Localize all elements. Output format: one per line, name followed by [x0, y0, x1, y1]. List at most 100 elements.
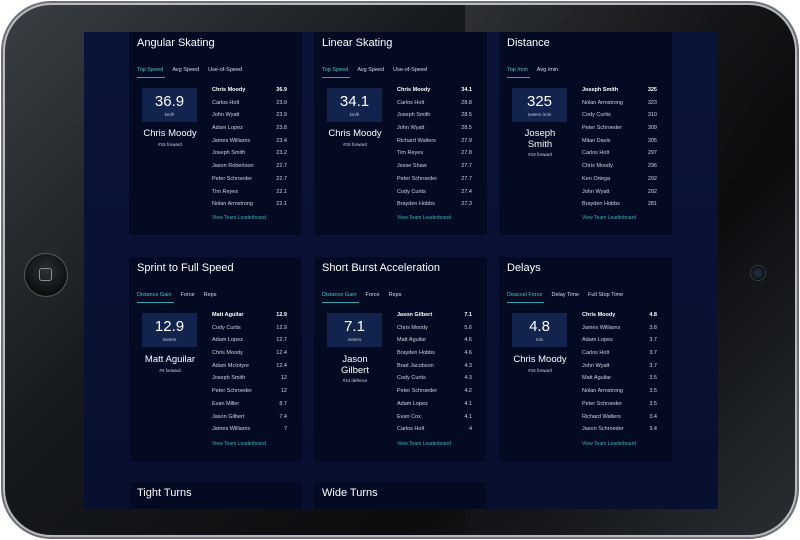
list-item: Chris Moody 12.4: [212, 350, 287, 363]
player-name: Carlos Holt: [212, 99, 240, 106]
player-name: Matt Aguilar: [582, 375, 612, 382]
leader-name: Joseph Smith: [524, 128, 556, 150]
tab-top-speed[interactable]: Top Speed: [322, 67, 351, 78]
view-team-leaderboard-link[interactable]: View Team Leaderboard: [582, 441, 636, 447]
player-name: John Wyatt: [212, 112, 240, 119]
list-item: Peter Schroeder 27.7: [397, 176, 472, 189]
tab-top-per-min[interactable]: Top /min: [507, 67, 530, 78]
list-item: James Williams 23.4: [212, 138, 287, 151]
player-name: Jason Robertson: [212, 163, 254, 170]
player-name: Matt Aguilar: [212, 312, 244, 318]
list-item: Cody Curtis 4.3: [397, 375, 472, 388]
player-name: Carlos Holt: [397, 99, 425, 106]
stat-value: 12.9: [154, 318, 185, 335]
player-value: 27.4: [461, 188, 472, 195]
view-team-leaderboard-link[interactable]: View Team Leaderboard: [212, 441, 266, 447]
player-name: Chris Moody: [212, 87, 246, 93]
list-item: Peter Schroeder 4.2: [397, 388, 472, 401]
player-name: Adam Lopez: [397, 400, 428, 407]
player-name: Cody Curtis: [397, 375, 426, 382]
card-tight-turns: Tight Turns: [129, 482, 302, 509]
stat-unit: meters: [347, 337, 362, 342]
list-item: Chris Moody 34.1: [397, 87, 472, 100]
list-item: Evan Cox 4.1: [397, 414, 472, 427]
player-name: James Williams: [212, 426, 251, 433]
tab-avg-speed[interactable]: Avg Speed: [172, 67, 199, 77]
tab-distance-gain[interactable]: Distance Gain: [137, 292, 174, 303]
list-item: Chris Moody 36.9: [212, 87, 287, 100]
tab-avg-per-min[interactable]: Avg /min: [537, 67, 558, 77]
player-value: 4: [468, 426, 472, 433]
tab-avg-speed[interactable]: Avg Speed: [357, 67, 384, 77]
list-item: Evan Miller 8.7: [212, 401, 287, 414]
list-item: Chris Moody 5.6: [397, 325, 472, 338]
player-value: 292: [647, 175, 657, 182]
stat-value: 34.1: [339, 93, 370, 110]
tab-reps[interactable]: Reps: [204, 292, 217, 302]
top-stat-box: 325 meters /min: [512, 88, 567, 122]
tab-full-stop-time[interactable]: Full Stop Time: [588, 292, 623, 302]
top-stat-box: 7.1 meters: [327, 313, 382, 347]
player-value: 22.7: [276, 175, 287, 182]
home-button[interactable]: [24, 253, 68, 297]
player-value: 23.9: [276, 112, 287, 119]
card-title: Tight Turns: [137, 487, 192, 499]
player-name: Adam Lopez: [212, 337, 243, 344]
view-team-leaderboard-link[interactable]: View Team Leaderboard: [582, 215, 636, 221]
player-value: 3.4: [649, 413, 657, 420]
player-value: 305: [647, 137, 657, 144]
tab-reps[interactable]: Reps: [389, 292, 402, 302]
player-value: 12.9: [276, 312, 287, 318]
card-angular-skating: Angular Skating Top Speed Avg Speed Use-of…: [129, 32, 302, 235]
tab-use-of-speed[interactable]: Use-of-Speed: [393, 67, 427, 77]
list-item: Richard Walters 27.9: [397, 138, 472, 151]
view-team-leaderboard-link[interactable]: View Team Leaderboard: [212, 215, 266, 221]
stat-value: 7.1: [344, 318, 365, 335]
player-value: 27.9: [461, 137, 472, 144]
player-value: 23.9: [276, 99, 287, 106]
stat-value: 4.8: [529, 318, 550, 335]
tab-top-speed[interactable]: Top Speed: [137, 67, 166, 78]
player-value: 28.8: [461, 99, 472, 106]
list-item: Milan Davis 305: [582, 138, 657, 151]
list-item: Tim Reyes 27.8: [397, 150, 472, 163]
tab-force[interactable]: Force: [366, 292, 380, 302]
top-stat-box: 36.9 km/h: [142, 88, 197, 122]
player-name: John Wyatt: [397, 125, 425, 132]
tab-deaccel-force[interactable]: Deaccel Force: [507, 292, 545, 303]
tab-distance-gain[interactable]: Distance Gain: [322, 292, 359, 303]
player-value: 323: [647, 99, 657, 106]
player-name: Tim Reyes: [212, 188, 239, 195]
list-item: Brayden Hobbs 281: [582, 201, 657, 214]
tab-force[interactable]: Force: [181, 292, 195, 302]
card-title: Distance: [507, 37, 550, 49]
player-value: 8.7: [279, 400, 287, 407]
list-item: Carlos Holt 297: [582, 150, 657, 163]
player-name: Brayden Hobbs: [397, 201, 435, 208]
player-name: Adam McIntyre: [212, 362, 249, 369]
player-value: 310: [647, 112, 657, 119]
list-item: Tim Reyes 22.1: [212, 189, 287, 202]
list-item: Nolan Armstrong 3.5: [582, 388, 657, 401]
player-value: 3.4: [649, 426, 657, 433]
player-value: 4.8: [649, 312, 657, 318]
player-value: 12.4: [276, 350, 287, 357]
view-team-leaderboard-link[interactable]: View Team Leaderboard: [397, 215, 451, 221]
player-name: James Williams: [212, 137, 251, 144]
view-team-leaderboard-link[interactable]: View Team Leaderboard: [397, 441, 451, 447]
list-item: Matt Aguilar 4.6: [397, 337, 472, 350]
player-name: Ken Ortega: [582, 175, 611, 182]
card-title: Angular Skating: [137, 37, 215, 49]
list-item: Adam Lopez 4.1: [397, 401, 472, 414]
tab-delay-time[interactable]: Delay Time: [551, 292, 579, 302]
tab-use-of-speed[interactable]: Use-of-Speed: [208, 67, 242, 77]
card-title: Short Burst Acceleration: [322, 262, 441, 274]
player-name: Nolan Armstrong: [212, 201, 253, 208]
list-item: Ken Ortega 292: [582, 176, 657, 189]
top-stat-box: 12.9 meters: [142, 313, 197, 347]
player-value: 3.5: [649, 400, 657, 407]
player-name: Carlos Holt: [582, 150, 610, 157]
player-value: 34.1: [461, 87, 472, 93]
list-item: Joseph Smith 23.2: [212, 150, 287, 163]
list-item: Brayden Hobbs 27.3: [397, 201, 472, 214]
